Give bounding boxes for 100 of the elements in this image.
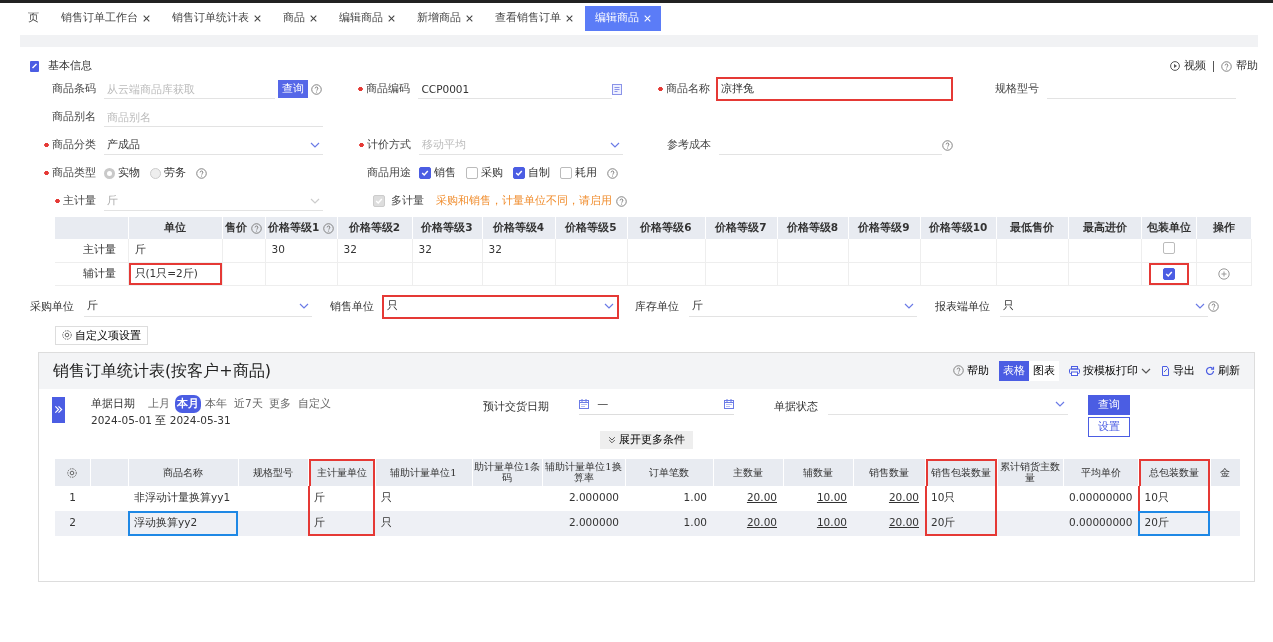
column-header[interactable]: 辅助计量单位1 bbox=[375, 458, 472, 486]
chevrons-down-icon bbox=[608, 435, 616, 444]
column-header[interactable]: 辅助计量单位1换算率 bbox=[542, 458, 625, 486]
column-header[interactable]: 规格型号 bbox=[238, 458, 308, 486]
column-header: 价格等级5 bbox=[565, 221, 617, 234]
select-field[interactable]: 斤 bbox=[689, 296, 917, 317]
date-preset[interactable]: 更多 bbox=[267, 394, 294, 413]
select-field[interactable]: 产成品 bbox=[104, 135, 323, 155]
print-button[interactable]: 按模板打印 bbox=[1069, 363, 1151, 379]
tab[interactable]: 页 bbox=[18, 6, 49, 31]
chevrons-right-icon bbox=[54, 405, 63, 415]
column-header[interactable]: 辅数量 bbox=[783, 458, 853, 486]
tab[interactable]: 销售订单工作台 bbox=[51, 6, 160, 31]
option-label: 自制 bbox=[528, 165, 550, 181]
field-label: 商品用途 bbox=[367, 165, 411, 181]
column-header[interactable]: 总包装数量 bbox=[1138, 458, 1211, 486]
link[interactable]: 帮助 bbox=[1236, 57, 1258, 75]
date-preset[interactable]: 上月 bbox=[145, 394, 172, 413]
column-header[interactable]: 销售数量 bbox=[853, 458, 925, 486]
close-icon[interactable] bbox=[143, 15, 150, 22]
field-label: 参考成本 bbox=[667, 137, 711, 153]
checkbox[interactable] bbox=[1162, 267, 1175, 280]
column-header[interactable]: 金 bbox=[1210, 458, 1241, 486]
custom-settings-button[interactable]: 自定义项设置 bbox=[55, 325, 148, 346]
close-icon[interactable] bbox=[254, 15, 261, 22]
date-preset[interactable]: 本月 bbox=[174, 394, 201, 413]
radio-button[interactable] bbox=[150, 167, 161, 179]
table-cell: 20.00 bbox=[853, 485, 925, 511]
table-cell: 1 bbox=[55, 485, 90, 511]
export-button[interactable]: 导出 bbox=[1161, 363, 1195, 379]
checkbox[interactable] bbox=[466, 167, 478, 179]
checkbox[interactable] bbox=[560, 167, 572, 179]
column-header[interactable]: 主数量 bbox=[713, 458, 783, 486]
expand-button[interactable] bbox=[52, 396, 65, 423]
date-preset[interactable]: 本年 bbox=[203, 394, 230, 413]
tab[interactable]: 编辑商品 bbox=[329, 6, 405, 31]
view-tab[interactable]: 图表 bbox=[1029, 361, 1059, 381]
table-cell: 斤 bbox=[128, 239, 222, 262]
select-field[interactable]: 斤 bbox=[84, 296, 312, 317]
input-field[interactable]: 商品别名 bbox=[104, 107, 323, 127]
hint-text: 采购和销售，计量单位不同，请启用 bbox=[436, 193, 612, 209]
date-preset[interactable]: 近7天 bbox=[232, 394, 265, 413]
more-conditions-button[interactable]: 展开更多条件 bbox=[600, 430, 693, 449]
close-icon[interactable] bbox=[566, 15, 573, 22]
document-icon[interactable] bbox=[612, 83, 622, 95]
option-label: 劳务 bbox=[164, 165, 186, 181]
caret-icon bbox=[299, 303, 309, 309]
table-cell: 斤 bbox=[308, 485, 375, 511]
input-field[interactable]: 凉拌兔 bbox=[718, 79, 952, 99]
table-cell: 20斤 bbox=[925, 510, 997, 536]
refresh-button[interactable]: 刷新 bbox=[1205, 363, 1240, 379]
select-field[interactable]: 只 bbox=[384, 296, 617, 317]
input-field[interactable]: CCP0001 bbox=[418, 79, 612, 99]
column-header[interactable]: 订单笔数 bbox=[625, 458, 713, 486]
column-header: 最低售价 bbox=[1010, 221, 1054, 234]
play-icon[interactable] bbox=[1170, 61, 1180, 71]
tab[interactable]: 销售订单统计表 bbox=[162, 6, 271, 31]
column-header[interactable]: 平均单价 bbox=[1063, 458, 1139, 486]
column-header: 售价 bbox=[225, 221, 248, 234]
checkbox[interactable] bbox=[419, 167, 431, 179]
tab[interactable]: 编辑商品 bbox=[585, 6, 661, 31]
link[interactable]: 视频 bbox=[1184, 57, 1206, 75]
query-button[interactable]: 查询 bbox=[278, 80, 309, 98]
close-icon[interactable] bbox=[388, 15, 395, 22]
column-header[interactable]: 销售包装数量 bbox=[925, 458, 997, 486]
tab[interactable]: 查看销售订单 bbox=[485, 6, 583, 31]
table-cell: 32 bbox=[337, 239, 412, 262]
table-cell: 32 bbox=[412, 239, 482, 262]
field-label: 商品编码 bbox=[358, 81, 411, 97]
column-header: 价格等级7 bbox=[715, 221, 767, 234]
table-cell: 20.00 bbox=[853, 510, 925, 536]
check-icon bbox=[515, 169, 523, 177]
column-header[interactable]: 累计销货主数量 bbox=[997, 458, 1063, 486]
select-field[interactable]: 只 bbox=[1000, 296, 1208, 317]
calendar-icon[interactable] bbox=[579, 399, 590, 410]
gear-icon[interactable] bbox=[67, 467, 78, 478]
close-icon[interactable] bbox=[310, 15, 317, 22]
calendar-icon[interactable] bbox=[724, 399, 735, 410]
input-field[interactable]: 从云端商品库获取 bbox=[104, 79, 276, 99]
tab[interactable]: 商品 bbox=[273, 6, 327, 31]
add-icon[interactable] bbox=[1217, 267, 1230, 280]
column-header[interactable]: 主计量单位 bbox=[308, 458, 375, 486]
column-header[interactable]: 助计量单位1条码 bbox=[472, 458, 542, 486]
tab[interactable]: 新增商品 bbox=[407, 6, 483, 31]
query-button[interactable]: 查询 bbox=[1088, 394, 1131, 415]
close-icon[interactable] bbox=[466, 15, 473, 22]
settings-button[interactable]: 设置 bbox=[1088, 417, 1131, 438]
checkbox[interactable] bbox=[1162, 241, 1175, 254]
table-cell: 1.00 bbox=[625, 485, 713, 511]
table-cell: 2 bbox=[55, 510, 90, 536]
checkbox[interactable] bbox=[513, 167, 525, 179]
radio-button[interactable] bbox=[104, 167, 115, 179]
date-preset[interactable]: 自定义 bbox=[296, 394, 334, 413]
caret-icon bbox=[610, 141, 620, 148]
column-header[interactable]: 商品名称 bbox=[128, 458, 238, 486]
table-cell: 20.00 bbox=[713, 485, 783, 511]
gear-icon[interactable] bbox=[62, 330, 72, 341]
field-label: 计价方式 bbox=[359, 137, 411, 153]
view-tab[interactable]: 表格 bbox=[999, 361, 1029, 381]
help-button[interactable]: 帮助 bbox=[953, 363, 989, 379]
